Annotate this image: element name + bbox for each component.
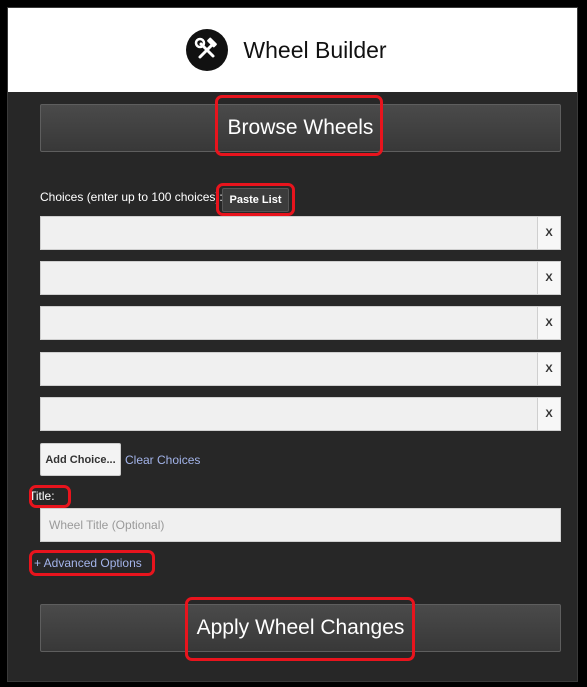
clear-choices-link[interactable]: Clear Choices [125, 453, 200, 467]
browse-wheels-button[interactable]: Browse Wheels [40, 104, 561, 152]
choice-row: X [40, 352, 561, 386]
header: Wheel Builder [8, 8, 577, 92]
remove-choice-button[interactable]: X [537, 261, 561, 295]
choice-input[interactable] [40, 216, 537, 250]
remove-choice-button[interactable]: X [537, 216, 561, 250]
advanced-options-link[interactable]: + Advanced Options [34, 556, 142, 570]
remove-choice-button[interactable]: X [537, 306, 561, 340]
choice-row: X [40, 216, 561, 250]
choice-input[interactable] [40, 306, 537, 340]
choice-input[interactable] [40, 261, 537, 295]
app-title: Wheel Builder [243, 36, 387, 63]
paste-list-button[interactable]: Paste List [222, 188, 289, 212]
wheel-builder-panel: Wheel Builder Browse Wheels Choices (ent… [7, 7, 578, 682]
apply-wheel-changes-button[interactable]: Apply Wheel Changes [40, 604, 561, 652]
remove-choice-button[interactable]: X [537, 352, 561, 386]
add-choice-button[interactable]: Add Choice... [40, 443, 121, 476]
remove-choice-button[interactable]: X [537, 397, 561, 431]
choice-input[interactable] [40, 397, 537, 431]
wheel-title-input[interactable] [40, 508, 561, 542]
choice-row: X [40, 397, 561, 431]
choice-row: X [40, 261, 561, 295]
choice-row: X [40, 306, 561, 340]
hammer-wrench-icon [186, 29, 229, 71]
choices-label: Choices (enter up to 100 choices): [40, 190, 223, 204]
choice-input[interactable] [40, 352, 537, 386]
title-label: Title: [29, 489, 55, 503]
